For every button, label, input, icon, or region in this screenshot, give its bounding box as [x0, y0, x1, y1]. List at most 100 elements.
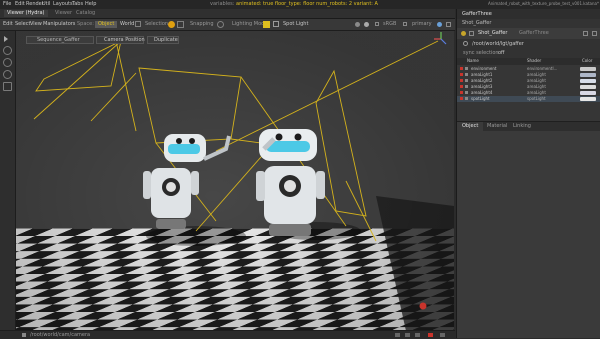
tab-material[interactable]: Material — [487, 124, 507, 129]
scale-icon[interactable] — [177, 21, 184, 28]
shading-icon[interactable] — [355, 22, 360, 27]
camera-icon — [22, 333, 26, 337]
camera-icon[interactable] — [403, 22, 407, 26]
translate-tool-icon[interactable] — [3, 46, 12, 55]
light-color-swatch[interactable] — [580, 85, 596, 89]
snap-toggle-icon[interactable] — [168, 21, 175, 28]
tab-linking[interactable]: Linking — [513, 124, 531, 129]
panel-settings-icon[interactable] — [592, 31, 597, 36]
viewer-tab-row: Viewer (Hydra) Viewer Catalog — [0, 9, 455, 19]
root-location[interactable]: /root/world/lgt/gaffer — [472, 42, 524, 47]
visibility-icon[interactable] — [465, 73, 468, 76]
visibility-icon[interactable] — [465, 67, 468, 70]
light-row-icon — [460, 85, 463, 88]
camera-position-button[interactable]: Camera Position — [96, 36, 145, 44]
node-view-icon[interactable] — [469, 31, 474, 36]
scale-tool-icon[interactable] — [3, 70, 12, 79]
visibility-icon[interactable] — [465, 97, 468, 100]
toolbar-edit[interactable]: Edit — [3, 22, 13, 27]
viewport-3d[interactable]: Sequence_Gaffer Camera Position Duplicat… — [16, 31, 454, 331]
table-header: Name Shader Color — [457, 58, 600, 65]
light-shader: areaLight — [527, 78, 546, 83]
display-colorspace[interactable]: sRGB — [383, 22, 396, 27]
light-row-icon — [460, 79, 463, 82]
light-color-swatch[interactable] — [580, 91, 596, 95]
duplicate-button[interactable]: Duplicate — [147, 36, 179, 44]
light-row-icon — [460, 67, 463, 70]
panel-subheader: Shot_Gaffer — [457, 19, 600, 28]
column-name[interactable]: Name — [467, 59, 479, 63]
select-arrow-icon[interactable] — [4, 36, 8, 42]
column-shader[interactable]: Shader — [527, 59, 541, 63]
status-icon-5[interactable] — [440, 333, 445, 337]
light-color-swatch[interactable] — [580, 67, 596, 71]
light-color-swatch[interactable] — [580, 73, 596, 77]
tab-viewer[interactable]: Viewer — [55, 11, 72, 16]
tab-object[interactable]: Object — [457, 122, 484, 131]
menu-help[interactable]: Help — [85, 2, 96, 7]
location-icon — [463, 41, 468, 46]
snap-icon[interactable] — [217, 21, 224, 28]
light-color-icon[interactable] — [263, 21, 270, 28]
status-icon-4[interactable] — [428, 333, 433, 337]
menu-layouts[interactable]: Layouts — [53, 2, 73, 7]
panel-node-toolbar: Shot_Gaffer GafferThree — [457, 28, 600, 39]
menu-tabs[interactable]: Tabs — [72, 2, 83, 7]
sync-selection-value[interactable]: off — [498, 51, 505, 56]
light-row-icon — [460, 97, 463, 100]
light-name: areaLight2 — [471, 78, 493, 83]
visibility-icon[interactable] — [465, 85, 468, 88]
object-space-button[interactable]: Object — [95, 21, 118, 28]
panel-help-icon[interactable] — [583, 31, 588, 36]
toolbar-space-label: Space: — [77, 21, 94, 27]
object-tab-content — [457, 131, 600, 338]
node-type: GafferThree — [519, 30, 549, 36]
light-shader: areaLight — [527, 72, 546, 77]
light-name: areaLight4 — [471, 90, 493, 95]
move-icon[interactable] — [135, 21, 141, 27]
panel-node-name-label: Shot_Gaffer — [462, 20, 492, 26]
render-icon[interactable] — [437, 22, 442, 27]
display-icon[interactable] — [364, 22, 369, 27]
node-flag-icon[interactable] — [461, 31, 466, 36]
toolbar-view[interactable]: View — [30, 22, 42, 27]
visibility-icon[interactable] — [465, 79, 468, 82]
selection-label[interactable]: Selection — [145, 22, 168, 27]
light-color-swatch[interactable] — [580, 79, 596, 83]
rotate-tool-icon[interactable] — [3, 58, 12, 67]
world-space-button[interactable]: World — [120, 22, 134, 27]
panel-title: GafferThree — [462, 11, 492, 17]
table-row[interactable]: spotLight spotLight — [457, 96, 600, 102]
settings-icon[interactable] — [446, 22, 451, 27]
variables-values[interactable]: animated: true floor_type: floor num_rob… — [236, 2, 378, 7]
toolbar-manipulators[interactable]: Manipulators — [43, 22, 75, 27]
menu-file[interactable]: File — [3, 2, 11, 7]
light-name: areaLight1 — [471, 72, 493, 77]
node-name-field[interactable]: Shot_Gaffer — [478, 31, 507, 36]
light-name: spotLight — [471, 96, 490, 101]
light-dropdown-icon[interactable] — [273, 21, 279, 27]
gaffer-field[interactable]: Sequence_Gaffer — [26, 36, 94, 44]
root-location-row: /root/world/lgt/gaffer — [457, 39, 600, 49]
spot-light-label[interactable]: Spot Light — [283, 22, 308, 27]
camera-path: /root/world/cam/camera — [30, 332, 91, 338]
light-row-icon — [460, 73, 463, 76]
light-shader: areaLight — [527, 84, 546, 89]
snapping-label[interactable]: Snapping — [190, 22, 214, 27]
grid-icon[interactable] — [375, 22, 379, 26]
tab-catalog[interactable]: Catalog — [76, 11, 95, 16]
panel-header: GafferThree — [457, 9, 600, 19]
status-icon-2[interactable] — [405, 333, 410, 337]
transform-tool-icon[interactable] — [3, 82, 12, 91]
visibility-icon[interactable] — [465, 91, 468, 94]
status-icon-3[interactable] — [415, 333, 420, 337]
menu-util[interactable]: Util — [42, 2, 50, 7]
status-icon-1[interactable] — [395, 333, 400, 337]
column-color[interactable]: Color — [582, 59, 592, 63]
light-color-swatch[interactable] — [580, 97, 596, 101]
camera-position-label: Camera Position — [104, 37, 145, 43]
menu-edit[interactable]: Edit — [15, 2, 25, 7]
camera-selector[interactable]: primary — [412, 22, 432, 27]
tab-viewer-hydra[interactable]: Viewer (Hydra) — [4, 10, 48, 17]
toolbar-select[interactable]: Select — [15, 22, 30, 27]
